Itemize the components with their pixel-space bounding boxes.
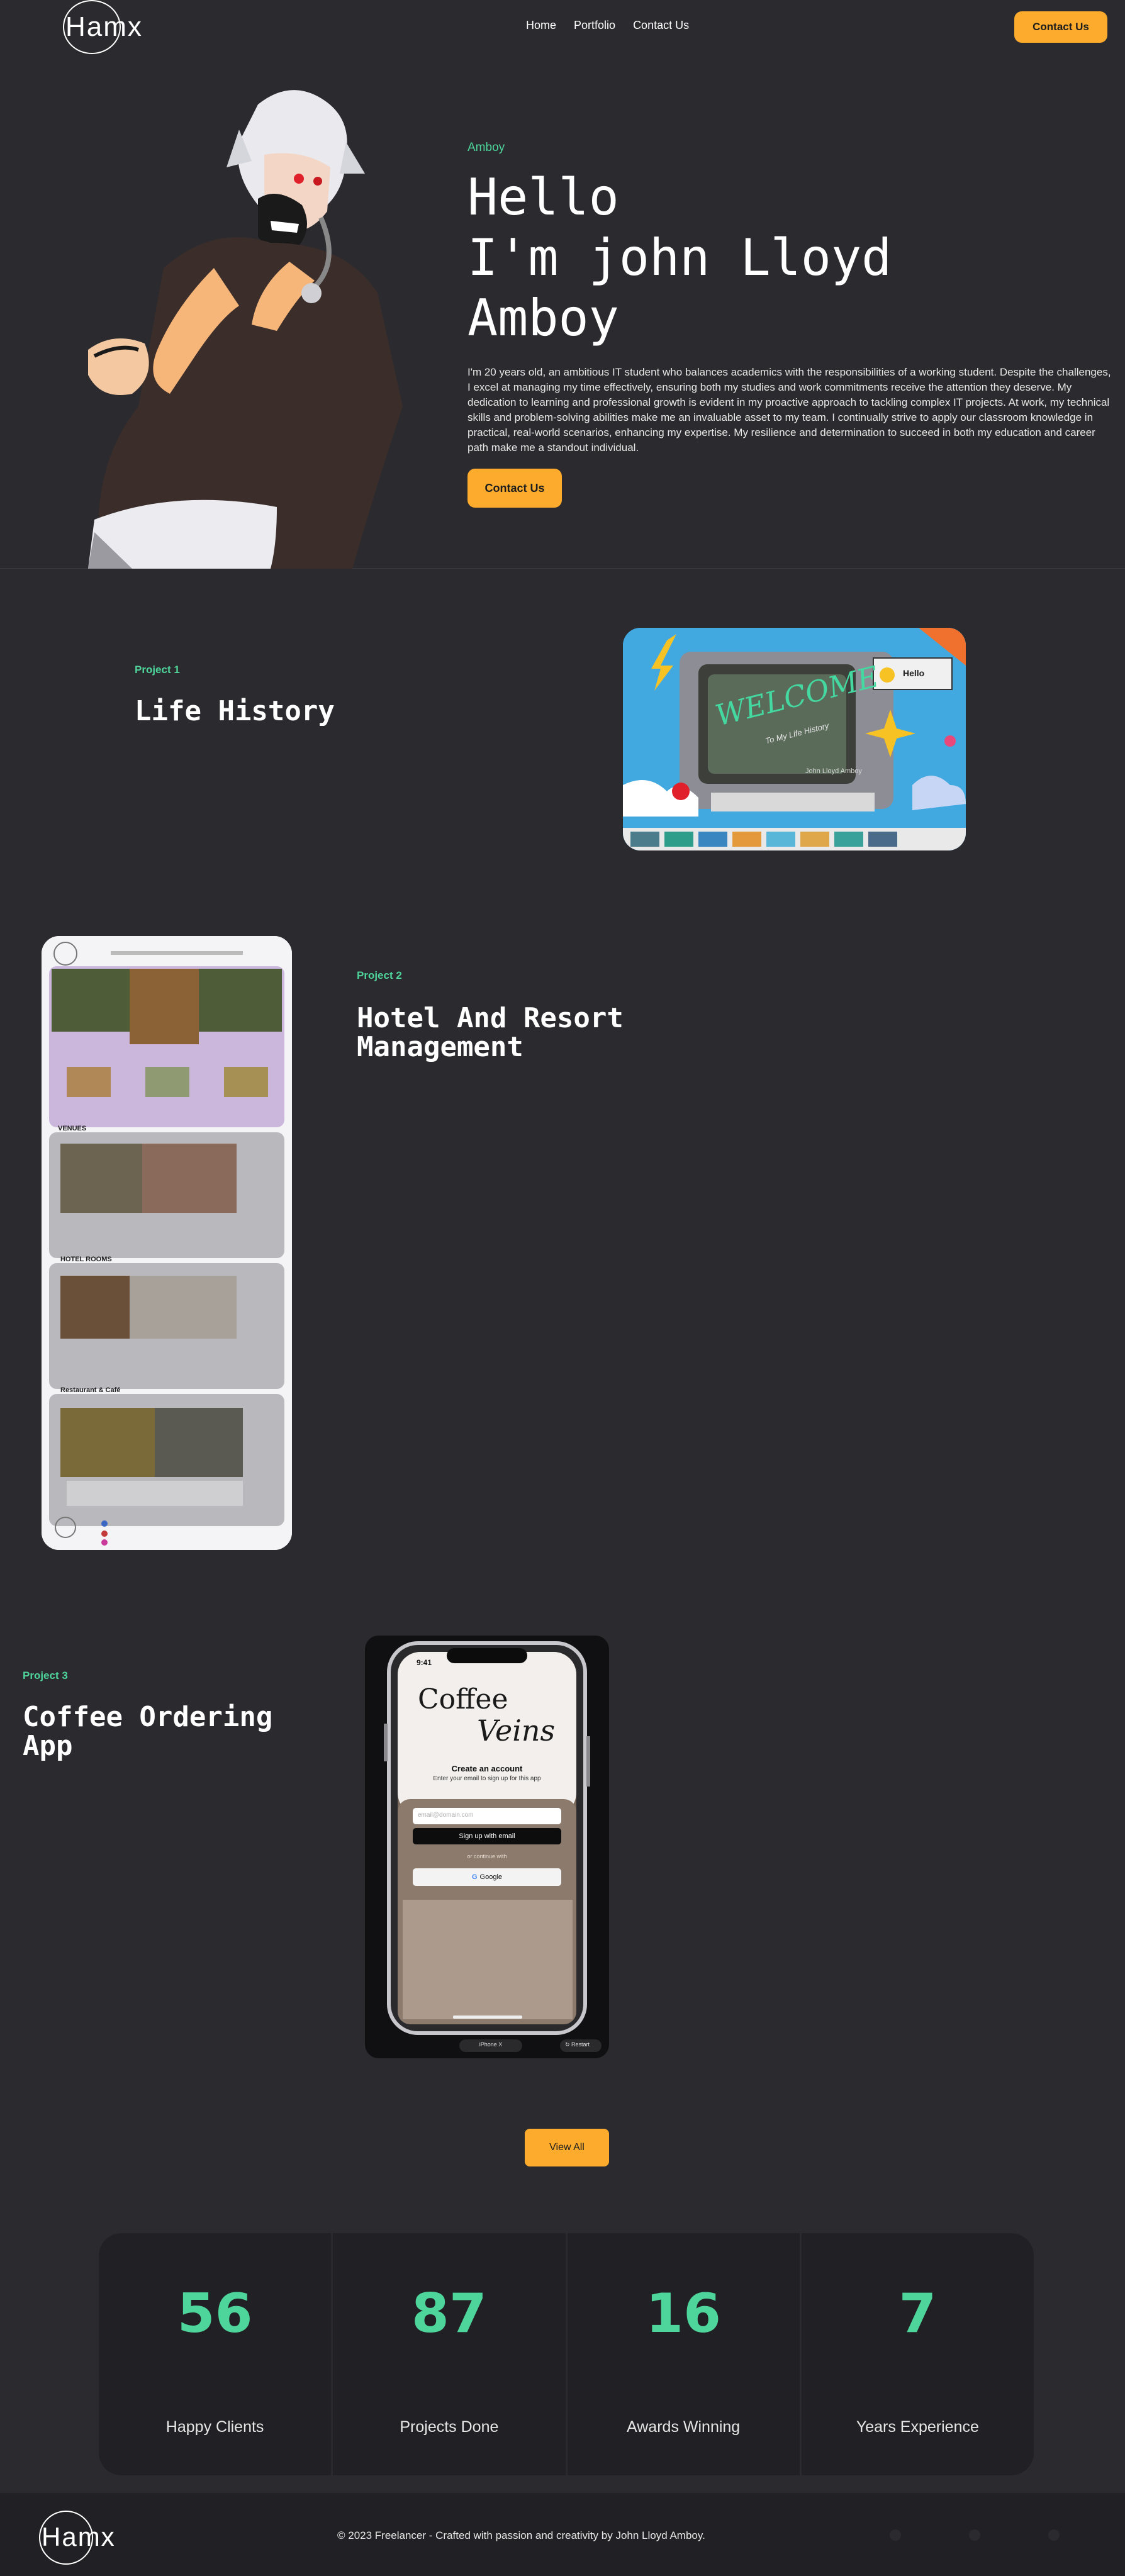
google-signin-button[interactable]: G Google bbox=[413, 1868, 561, 1886]
nav-contact-button[interactable]: Contact Us bbox=[1014, 11, 1107, 43]
nav-link-contact[interactable]: Contact Us bbox=[633, 19, 689, 32]
nav-links: Home Portfolio Contact Us bbox=[526, 19, 689, 32]
nav-link-home[interactable]: Home bbox=[526, 19, 556, 32]
hero-title-line-2: I'm john Lloyd bbox=[467, 228, 892, 287]
logo[interactable]: Hamx bbox=[65, 11, 166, 43]
app-name-veins: Veins bbox=[477, 1714, 556, 1748]
create-account-heading: Create an account bbox=[451, 1764, 523, 1773]
stat-happy-clients: 56 Happy Clients bbox=[99, 2233, 333, 2475]
project-2-image[interactable]: VENUES HOTEL ROOMS Restaurant & Café bbox=[42, 936, 292, 1550]
stat-label: Awards Winning bbox=[627, 2418, 741, 2436]
hotel-website-screenshot bbox=[42, 936, 292, 1550]
hero-title: Hello I'm john Lloyd Amboy bbox=[467, 167, 892, 348]
social-icon[interactable] bbox=[890, 2529, 901, 2541]
phone-time: 9:41 bbox=[417, 1658, 432, 1667]
hero-character-illustration bbox=[88, 90, 403, 569]
create-account-sub: Enter your email to sign up for this app bbox=[433, 1775, 541, 1782]
nav-link-portfolio[interactable]: Portfolio bbox=[574, 19, 615, 32]
hello-popup: Hello bbox=[903, 668, 925, 678]
or-continue-text: or continue with bbox=[467, 1853, 507, 1860]
stat-awards-winning: 16 Awards Winning bbox=[568, 2233, 802, 2475]
hero-title-line-1: Hello bbox=[467, 168, 619, 226]
hero-section: Amboy Hello I'm john Lloyd Amboy I'm 20 … bbox=[0, 54, 1125, 569]
footer-logo[interactable]: Hamx bbox=[42, 2522, 116, 2552]
hero-contact-button[interactable]: Contact Us bbox=[467, 469, 562, 508]
project-1-image[interactable]: WELCOME To My Life History John Lloyd Am… bbox=[623, 628, 966, 850]
hero-subtitle: Amboy bbox=[467, 141, 505, 154]
device-selector[interactable]: iPhone X bbox=[466, 2041, 516, 2048]
hotel-section-venues: VENUES bbox=[58, 1125, 87, 1132]
project-3-title[interactable]: Coffee Ordering App bbox=[23, 1703, 293, 1761]
email-field[interactable]: email@domain.com bbox=[418, 1812, 474, 1819]
stats-panel: 56 Happy Clients 87 Projects Done 16 Awa… bbox=[99, 2233, 1034, 2475]
stat-label: Projects Done bbox=[400, 2418, 499, 2436]
stat-label: Years Experience bbox=[856, 2418, 979, 2436]
signup-email-button[interactable]: Sign up with email bbox=[413, 1828, 561, 1844]
app-name-coffee: Coffee bbox=[418, 1683, 508, 1715]
google-label: Google bbox=[479, 1873, 503, 1881]
project-2-title[interactable]: Hotel And Resort Management bbox=[357, 1004, 671, 1062]
stat-value: 16 bbox=[646, 2282, 721, 2345]
stat-value: 7 bbox=[898, 2282, 937, 2345]
hotel-section-restaurant: Restaurant & Café bbox=[60, 1386, 121, 1394]
project-1-title[interactable]: Life History bbox=[135, 697, 335, 726]
top-nav: Hamx Home Portfolio Contact Us Contact U… bbox=[0, 0, 1125, 54]
social-icon[interactable] bbox=[969, 2529, 980, 2541]
life-history-screenshot bbox=[623, 628, 966, 850]
social-icon[interactable] bbox=[1048, 2529, 1060, 2541]
hotel-section-rooms: HOTEL ROOMS bbox=[60, 1256, 112, 1263]
stat-projects-done: 87 Projects Done bbox=[333, 2233, 568, 2475]
project-2-tag: Project 2 bbox=[357, 969, 402, 981]
project-1-tag: Project 1 bbox=[135, 664, 180, 676]
footer-copyright: © 2023 Freelancer - Crafted with passion… bbox=[337, 2529, 705, 2541]
project-3-tag: Project 3 bbox=[23, 1670, 68, 1681]
stat-value: 56 bbox=[177, 2282, 253, 2345]
stat-value: 87 bbox=[411, 2282, 487, 2345]
hero-description: I'm 20 years old, an ambitious IT studen… bbox=[467, 366, 1111, 454]
stat-years-experience: 7 Years Experience bbox=[802, 2233, 1034, 2475]
google-icon: G bbox=[471, 1873, 478, 1881]
restart-icon: ↻ bbox=[565, 2041, 572, 2048]
restart-button[interactable]: ↻ Restart bbox=[565, 2041, 590, 2048]
footer: Hamx © 2023 Freelancer - Crafted with pa… bbox=[0, 2493, 1125, 2576]
restart-label: Restart bbox=[571, 2041, 590, 2048]
view-all-button[interactable]: View All bbox=[525, 2129, 609, 2166]
hero-title-line-3: Amboy bbox=[467, 289, 619, 347]
stat-label: Happy Clients bbox=[165, 2418, 264, 2436]
welcome-name: John Lloyd Amboy bbox=[805, 767, 862, 775]
project-3-image[interactable]: 9:41 Coffee Veins Create an account Ente… bbox=[365, 1636, 609, 2058]
